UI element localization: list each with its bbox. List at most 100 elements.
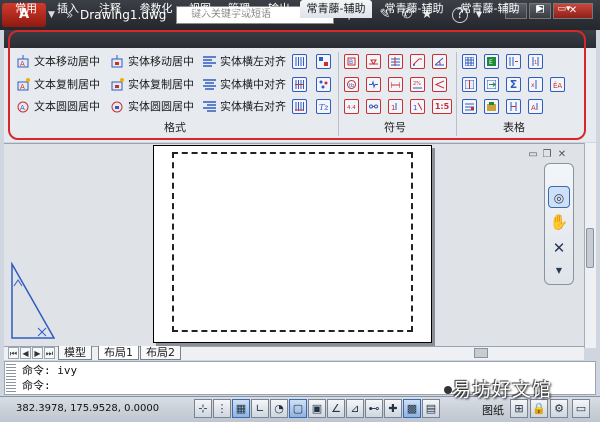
symbol-detail-icon[interactable]: 1 <box>410 99 425 114</box>
table-export-icon[interactable] <box>484 77 499 92</box>
3d-object-snap-icon[interactable]: ▣ <box>308 399 326 418</box>
svg-text:A: A <box>531 104 536 111</box>
ribbon-tab-strip <box>4 30 596 48</box>
svg-text:ĚA: ĚA <box>553 81 562 89</box>
table-column-number-icon[interactable]: 1 <box>528 54 543 69</box>
quick-properties-icon[interactable]: ▤ <box>422 399 440 418</box>
layout-tab-layout2[interactable]: 布局2 <box>140 346 181 360</box>
symbol-box-icon[interactable]: B <box>344 54 359 69</box>
object-snap-icon[interactable]: ▢ <box>289 399 307 418</box>
viewport-restore-icon[interactable]: ❐ <box>541 149 553 161</box>
prev-layout-icon[interactable]: ◀ <box>20 347 31 359</box>
tab-ivy-assist-3[interactable]: 常青藤-辅助 <box>454 0 526 18</box>
polar-tracking-icon[interactable]: ◔ <box>270 399 288 418</box>
entity-circle-center-button[interactable]: 实体圆圆居中 <box>110 99 194 115</box>
dynamic-input-icon[interactable]: ⊷ <box>365 399 383 418</box>
symbol-elevation-icon[interactable] <box>366 54 381 69</box>
text-move-center-button[interactable]: A 文本移动居中 <box>16 54 100 70</box>
entity-align-center-button[interactable]: 实体横中对齐 <box>202 77 286 93</box>
vertical-align-middle-icon[interactable] <box>292 77 307 92</box>
table-sum-icon[interactable]: Σ <box>506 77 521 92</box>
command-prompt[interactable]: 命令: <box>22 379 51 393</box>
panel-label-table: 表格 <box>503 121 525 134</box>
distribute-icon[interactable] <box>316 54 331 69</box>
tab-parametric[interactable]: 参数化 <box>134 0 178 18</box>
table-formula-icon[interactable]: x <box>528 77 543 92</box>
command-line-grip[interactable] <box>6 364 16 392</box>
chevron-down-icon[interactable]: ▼ <box>548 260 570 282</box>
symbol-axis-icon[interactable] <box>388 54 403 69</box>
symbol-circle-icon[interactable]: tb <box>344 77 359 92</box>
steering-wheel-icon[interactable]: ◎ <box>548 186 570 208</box>
symbol-break-icon[interactable] <box>366 77 381 92</box>
text-style-icon[interactable]: Tz <box>316 99 331 114</box>
entity-move-center-button[interactable]: 实体移动居中 <box>110 54 194 70</box>
entity-copy-icon <box>111 78 124 91</box>
tab-output[interactable]: 输出 <box>262 0 296 18</box>
table-column-icon[interactable] <box>506 54 521 69</box>
vertical-align-top-icon[interactable] <box>292 54 307 69</box>
entity-align-left-button[interactable]: 实体横左对齐 <box>202 54 286 70</box>
next-layout-icon[interactable]: ▶ <box>32 347 43 359</box>
svg-text:tb: tb <box>349 83 354 89</box>
symbol-dimension-icon[interactable] <box>388 77 403 92</box>
text-move-center-label: 文本移动居中 <box>34 55 100 68</box>
object-snap-tracking-icon[interactable]: ∠ <box>327 399 345 418</box>
grid-display-icon[interactable]: ▦ <box>232 399 250 418</box>
table-excel-icon[interactable]: E <box>484 54 499 69</box>
ribbon-tab-overflow-icon[interactable]: ▶ <box>530 0 550 18</box>
vertical-align-bottom-icon[interactable] <box>292 99 307 114</box>
horizontal-scroll-thumb[interactable] <box>474 348 488 358</box>
layout-tab-layout1[interactable]: 布局1 <box>98 346 139 360</box>
text-copy-center-button[interactable]: A 文本复制居中 <box>16 77 100 93</box>
vertical-scroll-thumb[interactable] <box>586 228 594 268</box>
scatter-icon[interactable] <box>316 77 331 92</box>
table-split-icon[interactable] <box>506 99 521 114</box>
tab-view[interactable]: 视图 <box>184 0 216 18</box>
ribbon-minimize-icon[interactable]: ▭▾ <box>550 0 578 18</box>
zoom-icon[interactable]: ✕ <box>548 237 570 259</box>
layout-tab-model[interactable]: 模型 <box>58 346 92 360</box>
text-circle-center-button[interactable]: A 文本圆圆居中 <box>16 99 100 115</box>
viewport-boundary[interactable] <box>172 152 413 332</box>
symbol-label-icon[interactable]: 4.4 <box>344 99 359 114</box>
lineweight-icon[interactable]: ✚ <box>384 399 402 418</box>
table-row-icon[interactable] <box>462 99 477 114</box>
tab-annotate[interactable]: 注释 <box>92 0 128 18</box>
last-layout-icon[interactable]: ⏭ <box>44 347 55 359</box>
symbol-scale-icon[interactable]: 1:5 <box>432 99 452 114</box>
entity-align-right-button[interactable]: 实体横右对齐 <box>202 99 286 115</box>
table-insert-icon[interactable] <box>462 54 477 69</box>
panel-label-symbol: 符号 <box>384 121 406 134</box>
tab-ivy-assist-2[interactable]: 常青藤-辅助 <box>378 0 450 18</box>
ortho-mode-icon[interactable]: ∟ <box>251 399 269 418</box>
symbol-arrow-icon[interactable] <box>432 77 447 92</box>
symbol-link-icon[interactable] <box>366 99 381 114</box>
dynamic-ucs-icon[interactable]: ⊿ <box>346 399 364 418</box>
tab-manage[interactable]: 管理 <box>222 0 256 18</box>
viewport-close-icon[interactable]: ✕ <box>556 149 568 161</box>
symbol-slope-icon[interactable]: 2% <box>410 77 425 92</box>
entity-copy-center-button[interactable]: 实体复制居中 <box>110 77 194 93</box>
tab-insert[interactable]: 插入 <box>50 0 86 18</box>
viewport-minimize-icon[interactable]: ▭ <box>527 149 539 161</box>
svg-text:B: B <box>349 59 353 66</box>
transparency-icon[interactable]: ▩ <box>403 399 421 418</box>
symbol-leader-icon[interactable] <box>410 54 425 69</box>
table-style-icon[interactable]: A <box>528 99 543 114</box>
svg-text:1: 1 <box>413 104 417 111</box>
first-layout-icon[interactable]: ⏮ <box>8 347 19 359</box>
infer-constraints-icon[interactable]: ⊹ <box>194 399 212 418</box>
paper-space-label[interactable]: 图纸 <box>482 402 504 418</box>
pan-hand-icon[interactable]: ✋ <box>548 211 570 233</box>
tab-home[interactable]: 常用 <box>8 0 44 18</box>
table-merge-icon[interactable] <box>462 77 477 92</box>
svg-text:2%: 2% <box>413 81 421 87</box>
tab-ivy-assist-1[interactable]: 常青藤-辅助 <box>300 0 372 18</box>
cursor-coordinates: 382.3978, 175.9528, 0.0000 <box>16 403 160 414</box>
table-database-icon[interactable] <box>484 99 499 114</box>
snap-mode-icon[interactable]: ⋮ <box>213 399 231 418</box>
symbol-angle-icon[interactable] <box>432 54 447 69</box>
symbol-index-icon[interactable]: 1 <box>388 99 403 114</box>
table-text-icon[interactable]: ĚA <box>550 77 565 92</box>
